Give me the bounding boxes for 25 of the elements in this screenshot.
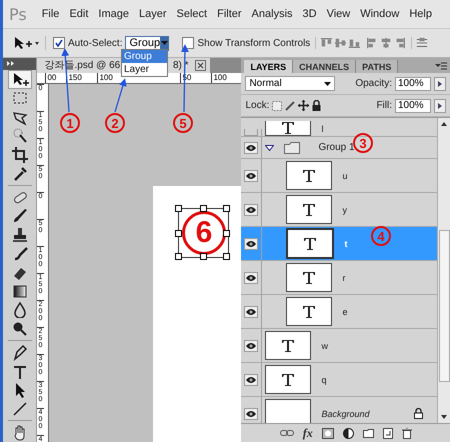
layer-name: q [321, 374, 326, 384]
checkbox-label: Show Transform Controls [197, 38, 310, 48]
ruler-number: 100 [97, 73, 128, 83]
layer-name: u [342, 170, 348, 180]
layer-name: Group 1 [318, 142, 355, 153]
fill-label: Fill: [376, 100, 392, 111]
ruler-number: 150 [66, 73, 98, 83]
layer-name: Background [321, 408, 370, 418]
layer-name: t [344, 238, 348, 248]
lock-label: Lock: [245, 100, 270, 111]
checkbox-label: Auto-Select: [68, 38, 122, 48]
callout-number: 1 [60, 113, 80, 133]
layer-name: e [342, 306, 348, 316]
layer-name: y [342, 204, 347, 214]
ruler-number: 00 [45, 73, 66, 83]
app-logo: Ps [8, 4, 28, 24]
callout-number: 4 [371, 226, 391, 246]
callout-number: 2 [105, 113, 125, 133]
callout-number: 3 [353, 133, 373, 153]
layer-name: w [321, 340, 328, 350]
opacity-label: Opacity: [355, 78, 392, 89]
callout-number: 5 [173, 113, 193, 133]
layer-name: r [342, 272, 346, 282]
document-tab-title: 8) * [172, 59, 189, 72]
layer-name: l [321, 124, 324, 134]
